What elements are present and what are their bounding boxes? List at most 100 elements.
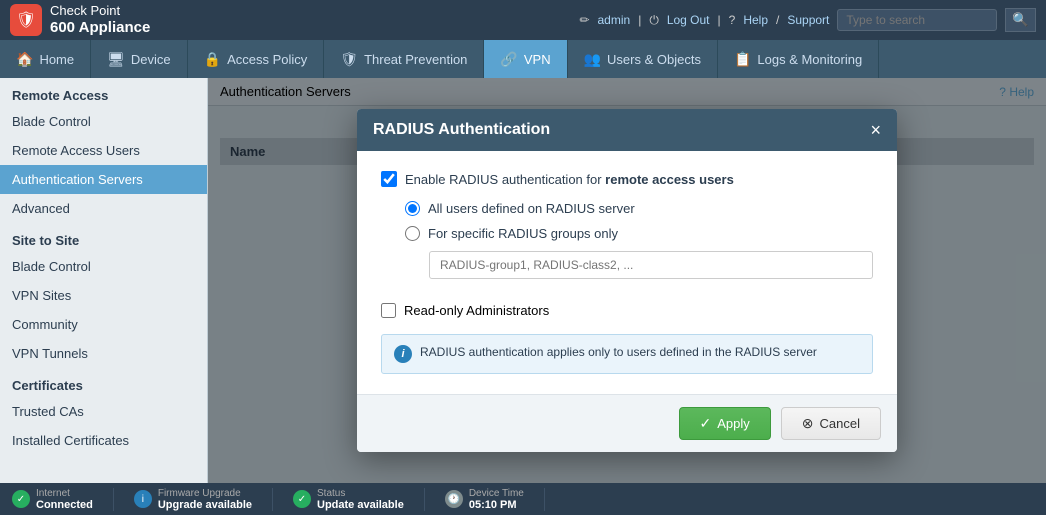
- sidebar-item-trusted-cas[interactable]: Trusted CAs: [0, 397, 207, 426]
- tab-logs-monitoring[interactable]: 📋 Logs & Monitoring: [718, 40, 879, 78]
- logs-monitoring-icon: 📋: [734, 51, 751, 68]
- app-logo-text: Check Point 600 Appliance: [50, 3, 150, 37]
- sidebar-item-blade-control-ra[interactable]: Blade Control: [0, 107, 207, 136]
- sidebar-item-blade-control-sts[interactable]: Blade Control: [0, 252, 207, 281]
- status-device-time: 🕐 Device Time 05:10 PM: [425, 488, 545, 511]
- logout-icon: ⏻: [649, 13, 659, 28]
- sidebar-item-advanced[interactable]: Advanced: [0, 194, 207, 223]
- main-layout: Remote Access Blade Control Remote Acces…: [0, 78, 1046, 483]
- help-icon: ?: [729, 13, 736, 27]
- slash: /: [776, 13, 779, 27]
- readonly-admins-label: Read-only Administrators: [404, 303, 549, 318]
- threat-prevention-icon: 🛡: [340, 51, 358, 68]
- status-firmware: i Firmware Upgrade Upgrade available: [114, 488, 273, 511]
- tab-home-label: Home: [39, 52, 74, 67]
- edit-icon: ✏: [579, 13, 589, 27]
- sidebar-section-site-to-site: Site to Site: [0, 223, 207, 252]
- internet-status-icon: ✓: [12, 490, 30, 508]
- sidebar-item-authentication-servers[interactable]: Authentication Servers: [0, 165, 207, 194]
- tab-threat-prevention[interactable]: 🛡 Threat Prevention: [324, 40, 484, 78]
- logo-area: 🛡 Check Point 600 Appliance: [10, 3, 150, 37]
- sidebar-item-remote-access-users[interactable]: Remote Access Users: [0, 136, 207, 165]
- specific-groups-radio[interactable]: [405, 226, 420, 241]
- sidebar: Remote Access Blade Control Remote Acces…: [0, 78, 208, 483]
- enable-radius-row: Enable RADIUS authentication for remote …: [381, 171, 873, 187]
- device-time-text: Device Time 05:10 PM: [469, 488, 524, 511]
- status-bar: ✓ Internet Connected i Firmware Upgrade …: [0, 483, 1046, 515]
- apply-icon: ✓: [700, 415, 712, 432]
- tab-vpn[interactable]: 🔗 VPN: [484, 40, 567, 78]
- access-policy-icon: 🔒: [204, 51, 221, 68]
- sidebar-item-community[interactable]: Community: [0, 310, 207, 339]
- tab-threat-prevention-label: Threat Prevention: [364, 52, 467, 67]
- specific-groups-label: For specific RADIUS groups only: [428, 226, 618, 241]
- update-status-text: Status Update available: [317, 488, 404, 511]
- help-link[interactable]: Help: [743, 13, 768, 27]
- specific-groups-radio-row: For specific RADIUS groups only: [405, 226, 873, 241]
- info-text: RADIUS authentication applies only to us…: [420, 345, 817, 359]
- clock-icon: 🕐: [445, 490, 463, 508]
- tab-users-objects[interactable]: 👥 Users & Objects: [568, 40, 718, 78]
- enable-radius-label: Enable RADIUS authentication for remote …: [405, 172, 734, 187]
- all-users-radio[interactable]: [405, 201, 420, 216]
- cancel-icon: ⊗: [802, 415, 814, 432]
- firmware-status-icon: i: [134, 490, 152, 508]
- readonly-admins-row: Read-only Administrators: [381, 303, 873, 318]
- modal-title: RADIUS Authentication: [373, 121, 550, 139]
- update-label: Status: [317, 488, 404, 499]
- tab-home[interactable]: 🏠 Home: [0, 40, 91, 78]
- modal-dialog: RADIUS Authentication × Enable RADIUS au…: [357, 109, 897, 452]
- info-icon: i: [394, 345, 412, 363]
- apply-button[interactable]: ✓ Apply: [679, 407, 771, 440]
- info-row: i RADIUS authentication applies only to …: [381, 334, 873, 374]
- status-update: ✓ Status Update available: [273, 488, 425, 511]
- admin-link[interactable]: admin: [598, 13, 631, 27]
- groups-input[interactable]: [429, 251, 873, 279]
- sidebar-item-vpn-tunnels[interactable]: VPN Tunnels: [0, 339, 207, 368]
- firmware-value: Upgrade available: [158, 499, 252, 511]
- home-icon: 🏠: [16, 51, 33, 68]
- nav-tabs: 🏠 Home 🖥 Device 🔒 Access Policy 🛡 Threat…: [0, 40, 1046, 78]
- cancel-button[interactable]: ⊗ Cancel: [781, 407, 881, 440]
- modal-header: RADIUS Authentication ×: [357, 109, 897, 151]
- support-link[interactable]: Support: [787, 13, 829, 27]
- update-value: Update available: [317, 499, 404, 511]
- tab-device-label: Device: [131, 52, 171, 67]
- brand-name: Check Point: [50, 3, 150, 19]
- readonly-admins-checkbox[interactable]: [381, 303, 396, 318]
- device-time-value: 05:10 PM: [469, 499, 524, 511]
- sidebar-item-installed-certificates[interactable]: Installed Certificates: [0, 426, 207, 455]
- users-objects-icon: 👥: [584, 51, 601, 68]
- model-name: 600 Appliance: [50, 19, 150, 37]
- firmware-label: Firmware Upgrade: [158, 488, 252, 499]
- tab-device[interactable]: 🖥 Device: [91, 40, 188, 78]
- firmware-status-text: Firmware Upgrade Upgrade available: [158, 488, 252, 511]
- device-time-label: Device Time: [469, 488, 524, 499]
- content-area: Authentication Servers ? Help Name RADIU…: [208, 78, 1046, 483]
- tab-users-objects-label: Users & Objects: [607, 52, 701, 67]
- user-scope-radio-group: All users defined on RADIUS server For s…: [405, 201, 873, 291]
- update-status-icon: ✓: [293, 490, 311, 508]
- tab-vpn-label: VPN: [524, 52, 551, 67]
- enable-radius-checkbox[interactable]: [381, 171, 397, 187]
- tab-logs-monitoring-label: Logs & Monitoring: [757, 52, 862, 67]
- status-internet: ✓ Internet Connected: [12, 488, 114, 511]
- sidebar-section-certificates: Certificates: [0, 368, 207, 397]
- modal-close-button[interactable]: ×: [870, 121, 881, 139]
- separator: |: [638, 13, 641, 27]
- apply-label: Apply: [717, 416, 750, 431]
- top-bar: 🛡 Check Point 600 Appliance ✏ admin | ⏻ …: [0, 0, 1046, 40]
- logout-link[interactable]: Log Out: [667, 13, 710, 27]
- device-icon: 🖥: [107, 51, 125, 68]
- modal-footer: ✓ Apply ⊗ Cancel: [357, 394, 897, 452]
- search-button[interactable]: 🔍: [1005, 8, 1036, 32]
- top-bar-right: ✏ admin | ⏻ Log Out | ? Help / Support 🔍: [579, 8, 1036, 32]
- sidebar-item-vpn-sites[interactable]: VPN Sites: [0, 281, 207, 310]
- separator2: |: [718, 13, 721, 27]
- internet-value: Connected: [36, 499, 93, 511]
- search-input[interactable]: [837, 9, 997, 31]
- cancel-label: Cancel: [820, 416, 860, 431]
- internet-status-text: Internet Connected: [36, 488, 93, 511]
- vpn-icon: 🔗: [500, 51, 517, 68]
- tab-access-policy[interactable]: 🔒 Access Policy: [188, 40, 325, 78]
